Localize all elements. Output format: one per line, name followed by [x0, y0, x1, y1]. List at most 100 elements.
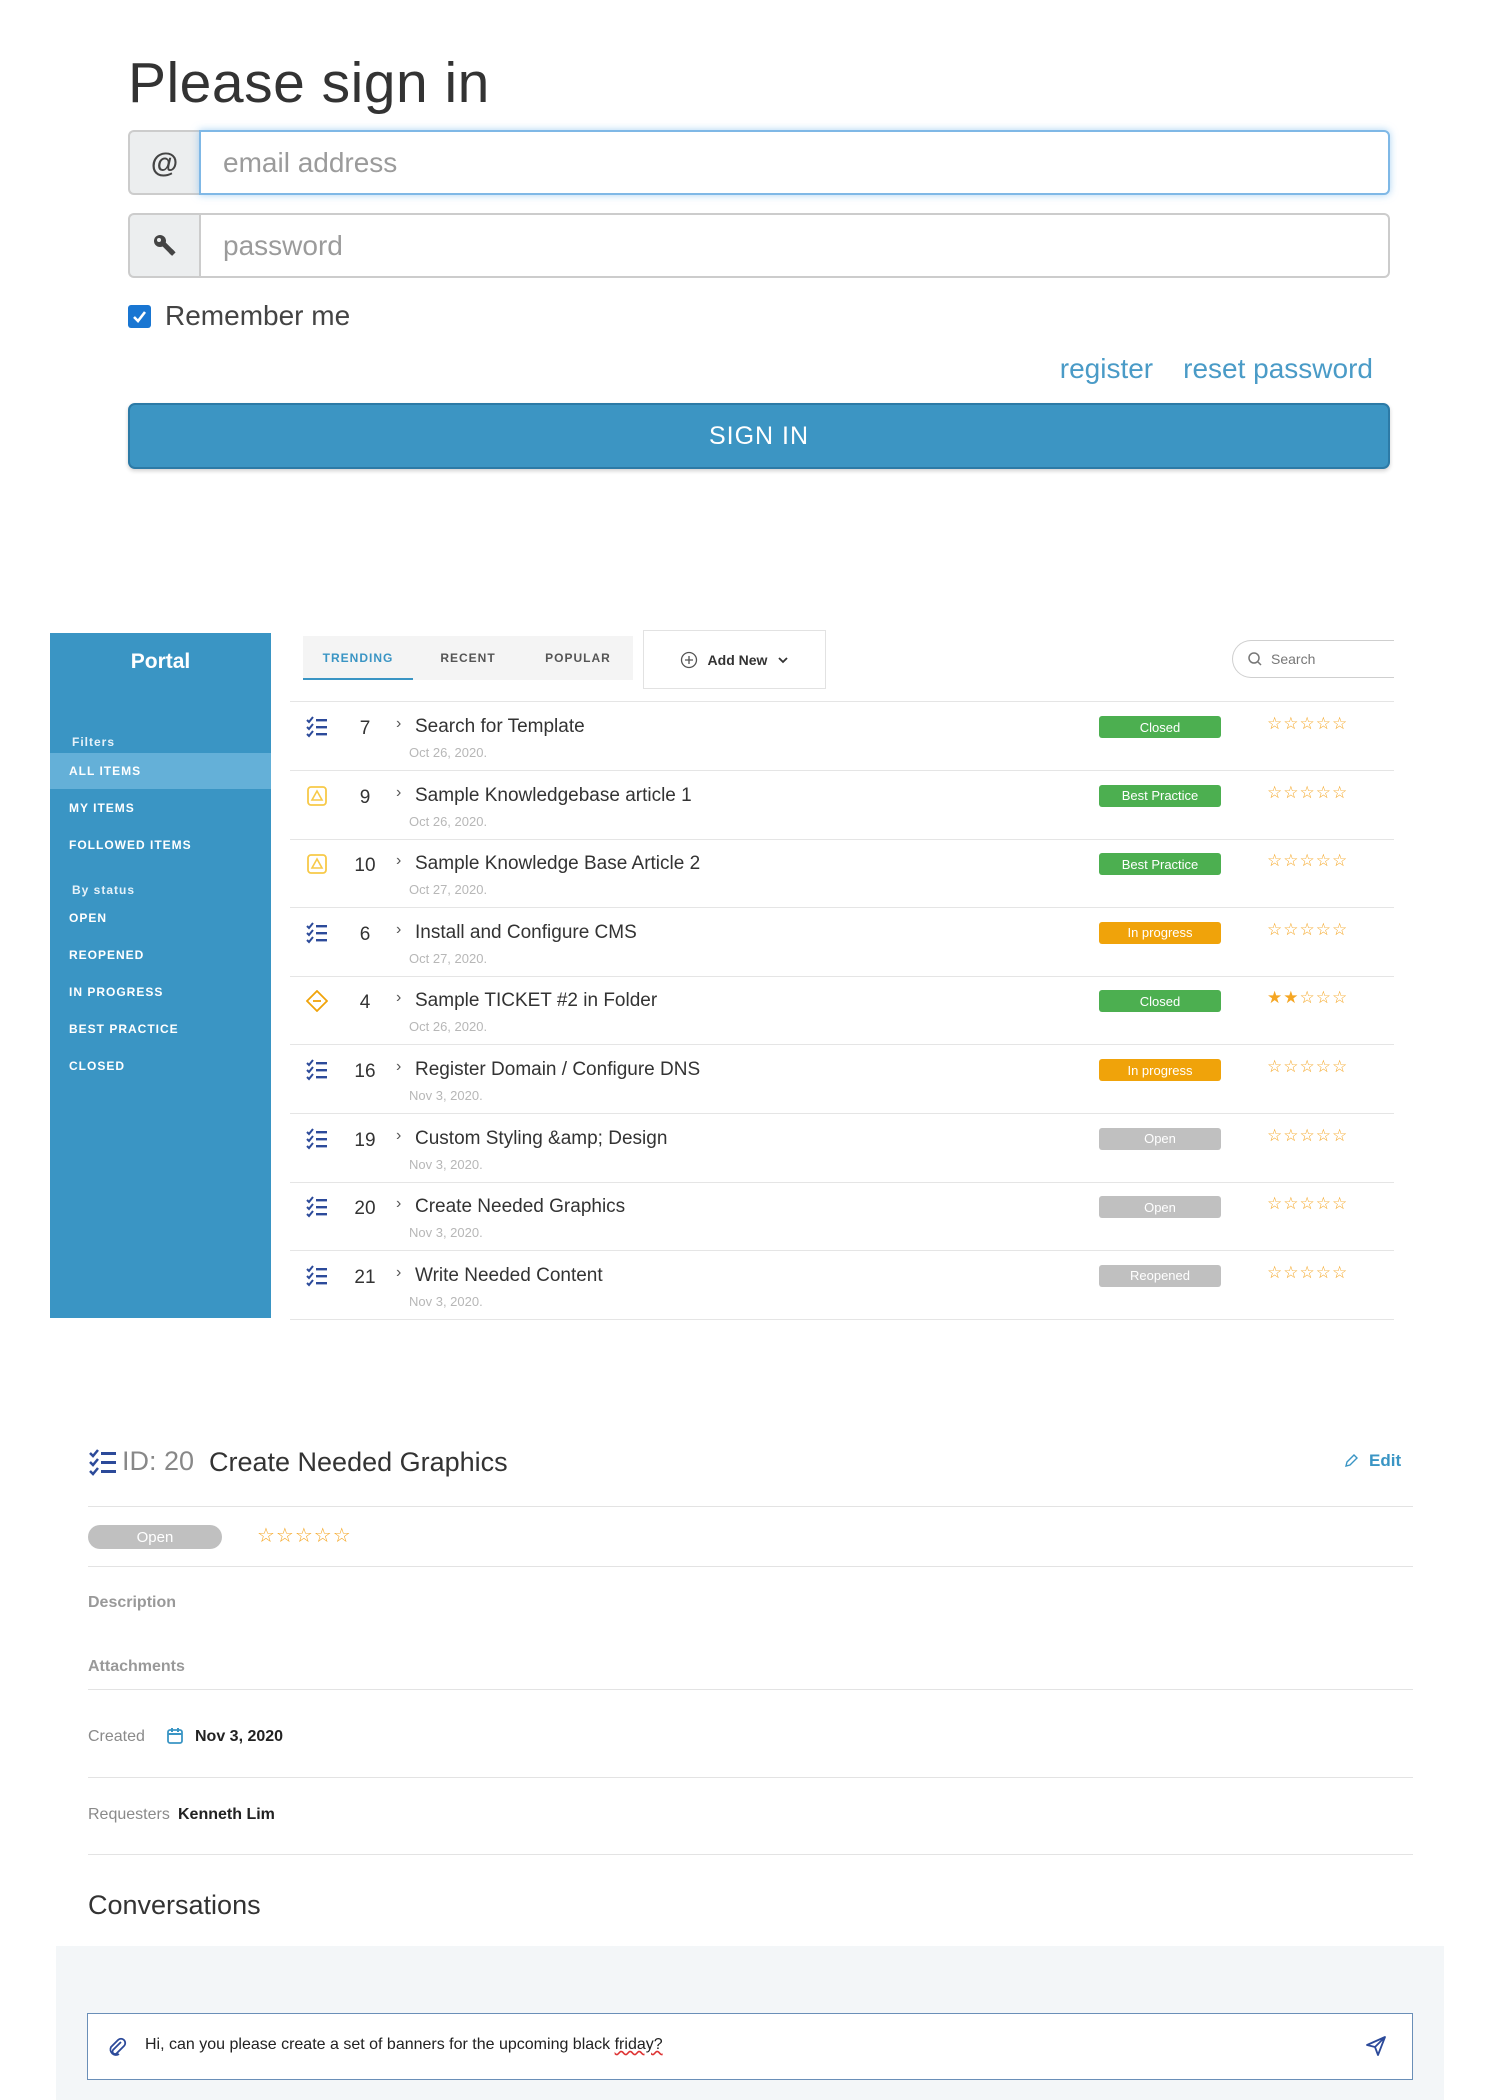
ticket-title-link[interactable]: Create Needed Graphics	[415, 1196, 625, 1218]
status-label: By status	[72, 883, 136, 897]
message-text-body: Hi, can you please create a set of banne…	[145, 2036, 615, 2053]
add-new-label: Add New	[707, 651, 768, 668]
misspelled-word: friday?	[614, 2036, 663, 2053]
divider	[88, 1506, 1413, 1507]
description-label: Description	[88, 1594, 177, 1611]
attachments-label: Attachments	[88, 1658, 185, 1675]
ticket-title-link[interactable]: Sample Knowledgebase article 1	[415, 785, 692, 807]
ticket-row[interactable]: 7 › Search for Template Oct 26, 2020. Closed…	[290, 702, 1394, 771]
warning-icon	[306, 853, 328, 875]
ticket-row[interactable]: 16 › Register Domain / Configure DNS Nov 3,…	[290, 1045, 1394, 1114]
ticket-row[interactable]: 19 › Custom Styling &amp; Design Nov 3, 202…	[290, 1114, 1394, 1183]
ticket-row[interactable]: 6 › Install and Configure CMS Oct 27, 2020.…	[290, 908, 1394, 977]
rating-stars[interactable]: ★★☆☆☆	[1267, 988, 1348, 1008]
password-input-group	[128, 213, 1390, 278]
ticket-title-link[interactable]: Sample Knowledge Base Article 2	[415, 853, 700, 875]
created-value: Nov 3, 2020	[195, 1728, 284, 1745]
reset-password-link[interactable]: reset password	[1183, 353, 1373, 385]
key-icon	[128, 213, 199, 278]
requester-name[interactable]: Kenneth Lim	[178, 1806, 275, 1824]
ticket-title-link[interactable]: Search for Template	[415, 716, 585, 738]
sidebar-item-closed[interactable]: CLOSED	[50, 1048, 271, 1084]
edit-button[interactable]: Edit	[1343, 1451, 1401, 1471]
sign-in-button[interactable]: SIGN IN	[128, 403, 1390, 469]
chevron-right-icon[interactable]: ›	[396, 921, 401, 939]
status-badge: Closed	[1099, 990, 1221, 1013]
tab-recent[interactable]: RECENT	[413, 636, 523, 680]
register-link[interactable]: register	[1060, 353, 1153, 385]
rating-stars[interactable]: ☆☆☆☆☆	[1267, 714, 1348, 734]
search-icon	[1248, 652, 1262, 666]
ticket-title-link[interactable]: Register Domain / Configure DNS	[415, 1059, 700, 1081]
ticket-title-link[interactable]: Custom Styling &amp; Design	[415, 1128, 667, 1150]
sidebar-item-best-practice[interactable]: BEST PRACTICE	[50, 1011, 271, 1047]
chevron-right-icon[interactable]: ›	[396, 989, 401, 1007]
chevron-right-icon[interactable]: ›	[396, 715, 401, 733]
ticket-title: Create Needed Graphics	[209, 1447, 508, 1477]
rating-stars[interactable]: ☆☆☆☆☆	[1267, 1194, 1348, 1214]
email-input[interactable]	[199, 130, 1390, 195]
chevron-right-icon[interactable]: ›	[396, 1058, 401, 1076]
rating-stars[interactable]: ☆☆☆☆☆	[1267, 783, 1348, 803]
status-badge: Best Practice	[1099, 853, 1221, 876]
sidebar-item-all-items[interactable]: ALL ITEMS	[50, 753, 271, 789]
pencil-icon	[1345, 1454, 1358, 1467]
ticket-title-link[interactable]: Sample TICKET #2 in Folder	[415, 990, 657, 1012]
ticket-number: 4	[359, 992, 371, 1014]
remember-checkbox[interactable]	[128, 304, 151, 328]
ticket-date: Nov 3, 2020.	[409, 1088, 483, 1103]
ticket-row[interactable]: 4 › Sample TICKET #2 in Folder Oct 26, 2020…	[290, 976, 1394, 1046]
sidebar-item-my-items[interactable]: MY ITEMS	[50, 790, 271, 826]
ticket-row[interactable]: 10 › Sample Knowledge Base Article 2 Oct 27…	[290, 839, 1394, 909]
checklist-icon	[89, 1448, 116, 1476]
sidebar-item-followed-items[interactable]: FOLLOWED ITEMS	[50, 827, 271, 863]
checklist-icon	[306, 716, 328, 738]
sidebar-item-in-progress[interactable]: IN PROGRESS	[50, 974, 271, 1010]
remember-label: Remember me	[165, 300, 351, 331]
ticket-title-link[interactable]: Install and Configure CMS	[415, 922, 637, 944]
send-icon[interactable]	[1365, 2035, 1387, 2057]
status-badge: In progress	[1099, 1059, 1221, 1081]
sidebar-item-reopened[interactable]: REOPENED	[50, 937, 271, 973]
divider	[88, 1689, 1413, 1690]
rating-stars[interactable]: ☆☆☆☆☆	[257, 1523, 352, 1548]
sidebar-item-open[interactable]: OPEN	[50, 900, 271, 936]
tab-trending[interactable]: TRENDING	[303, 636, 413, 680]
ticket-row[interactable]: 9 › Sample Knowledgebase article 1 Oct 26, …	[290, 771, 1394, 840]
ticket-number: 20	[354, 1198, 376, 1220]
chevron-right-icon[interactable]: ›	[396, 1127, 401, 1145]
status-badge: Open	[88, 1525, 222, 1549]
paperclip-icon[interactable]	[106, 2036, 128, 2058]
search-input[interactable]: Search	[1232, 640, 1394, 678]
status-badge: Open	[1099, 1127, 1221, 1150]
chevron-right-icon[interactable]: ›	[396, 784, 401, 802]
checklist-icon	[306, 922, 328, 944]
tab-popular[interactable]: POPULAR	[523, 636, 633, 680]
ticket-number: 7	[359, 718, 371, 739]
portal-brand: Portal	[130, 650, 191, 673]
divider	[88, 1566, 1413, 1567]
search-placeholder: Search	[1271, 651, 1316, 667]
chevron-right-icon[interactable]: ›	[396, 1195, 401, 1213]
rating-stars[interactable]: ☆☆☆☆☆	[1267, 920, 1348, 940]
remember-me[interactable]: Remember me	[128, 300, 350, 332]
signin-title: Please sign in	[128, 51, 490, 115]
rating-stars[interactable]: ☆☆☆☆☆	[1267, 1057, 1348, 1077]
message-input[interactable]: Hi, can you please create a set of banne…	[87, 2013, 1413, 2080]
ticket-row[interactable]: 20 › Create Needed Graphics Nov 3, 2020. Ope…	[290, 1182, 1394, 1252]
filters-label: Filters	[72, 735, 116, 749]
status-badge: Reopened	[1099, 1264, 1221, 1287]
chevron-right-icon[interactable]: ›	[396, 852, 401, 870]
ticket-date: Nov 3, 2020.	[409, 1156, 483, 1172]
ticket-date: Oct 26, 2020.	[409, 813, 488, 829]
rating-stars[interactable]: ☆☆☆☆☆	[1267, 1263, 1348, 1283]
password-input[interactable]	[199, 213, 1390, 278]
chevron-right-icon[interactable]: ›	[396, 1264, 401, 1282]
ticket-row[interactable]: 21 › Write Needed Content Nov 3, 2020. Reope…	[290, 1251, 1394, 1320]
edit-label: Edit	[1369, 1451, 1402, 1470]
rating-stars[interactable]: ☆☆☆☆☆	[1267, 851, 1348, 871]
ticket-title-link[interactable]: Write Needed Content	[415, 1265, 603, 1287]
ticket-id-label: ID: 20	[122, 1446, 195, 1476]
rating-stars[interactable]: ☆☆☆☆☆	[1267, 1126, 1348, 1146]
add-new-button[interactable]: Add New	[643, 630, 826, 689]
